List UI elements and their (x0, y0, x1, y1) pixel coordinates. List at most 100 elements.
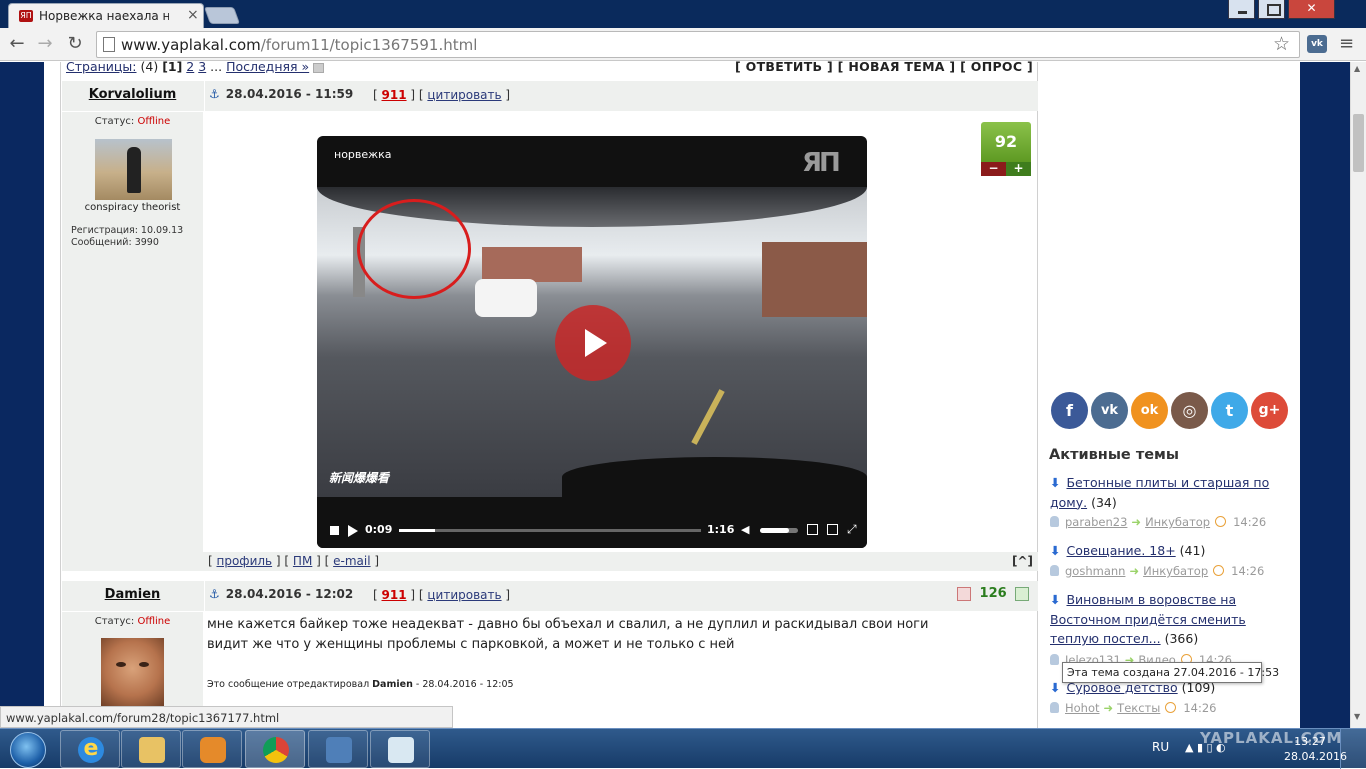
quote-link[interactable]: цитировать (427, 588, 501, 602)
chrome-icon (263, 737, 289, 763)
rating-up-icon[interactable] (1015, 586, 1030, 601)
post-number-link[interactable]: 911 (382, 88, 407, 102)
taskbar-remote-button[interactable] (370, 730, 430, 768)
page-link-2[interactable]: 2 (186, 59, 194, 74)
odnoklassniki-icon[interactable]: ok (1131, 392, 1168, 429)
google-plus-icon[interactable]: g+ (1251, 392, 1288, 429)
pip-icon[interactable] (827, 524, 838, 535)
user-icon (1050, 654, 1059, 665)
subtitles-icon[interactable] (807, 524, 818, 535)
pm-link[interactable]: ПМ (293, 554, 312, 568)
last-page-link[interactable]: Последняя » (226, 59, 309, 74)
taskbar-media-button[interactable] (182, 730, 242, 768)
scroll-down-icon[interactable]: ▼ (1354, 712, 1360, 721)
active-topics-title: Активные темы (1049, 447, 1180, 463)
topic-section[interactable]: Инкубатор (1145, 515, 1210, 529)
back-arrow-icon[interactable]: ← (6, 33, 28, 55)
topic-user[interactable]: paraben23 (1065, 515, 1127, 529)
video-player[interactable]: норвежка ЯП 新闻爆爆看 0:09 1:16 ◀ ⤢ (317, 136, 867, 548)
avatar[interactable] (101, 638, 164, 706)
tab-close-icon[interactable]: × (187, 7, 199, 23)
volume-icon[interactable]: ◀ (741, 523, 749, 536)
duration: 1:16 (707, 523, 735, 536)
bookmark-star-icon[interactable]: ☆ (1273, 33, 1290, 55)
page-scrollbar[interactable]: ▲ ▼ (1350, 62, 1366, 728)
topic-user[interactable]: Hohot (1065, 701, 1100, 715)
new-tab-button[interactable] (203, 7, 241, 24)
avatar[interactable] (95, 139, 172, 200)
taskbar-network-button[interactable] (308, 730, 368, 768)
post-datetime: 28.04.2016 - 12:02 (225, 587, 354, 601)
facebook-icon[interactable]: f (1051, 392, 1088, 429)
fullscreen-icon[interactable]: ⤢ (847, 522, 857, 537)
folder-icon (139, 737, 165, 763)
vk-icon[interactable]: vk (1091, 392, 1128, 429)
rating-plus-button[interactable]: + (1006, 162, 1031, 176)
page-link-3[interactable]: 3 (198, 59, 206, 74)
email-link[interactable]: e-mail (333, 554, 370, 568)
show-desktop-button[interactable] (1340, 729, 1366, 769)
taskbar-chrome-button[interactable] (245, 730, 305, 768)
poll-button[interactable]: [ ОПРОС ] (960, 59, 1033, 74)
forward-arrow-icon[interactable]: → (34, 33, 56, 55)
window-close-button[interactable]: ✕ (1288, 0, 1335, 19)
topic-time: 14:26 (1183, 701, 1217, 715)
rating-value: 126 (979, 586, 1007, 601)
scroll-up-icon[interactable]: ▲ (1354, 64, 1360, 73)
play-icon[interactable] (348, 525, 358, 537)
post-author-link[interactable]: Damien (62, 587, 203, 602)
profile-link[interactable]: профиль (217, 554, 273, 568)
new-topic-button[interactable]: [ НОВАЯ ТЕМА ] (838, 59, 956, 74)
chrome-menu-icon[interactable]: ≡ (1339, 33, 1354, 54)
post-author-link[interactable]: Korvalolium (62, 87, 203, 102)
post-date: ⚓ 28.04.2016 - 12:02 (209, 587, 353, 601)
vk-extension-icon[interactable]: vk (1307, 35, 1327, 53)
pages-label[interactable]: Страницы: (66, 59, 137, 74)
address-bar[interactable]: www.yaplakal.com/forum11/topic1367591.ht… (96, 31, 1300, 58)
window-maximize-button[interactable] (1258, 0, 1285, 19)
topic-section[interactable]: Тексты (1117, 701, 1160, 715)
browser-tab[interactable]: ЯП Норвежка наехала на × (8, 3, 204, 28)
reload-icon[interactable]: ↻ (64, 33, 86, 55)
language-indicator[interactable]: RU (1152, 740, 1169, 754)
arrow-down-icon: ⬇ (1050, 680, 1061, 695)
pages-ellipsis: ... (210, 59, 223, 74)
to-top-link[interactable]: [^] (1012, 554, 1033, 568)
taskbar-explorer-button[interactable] (121, 730, 181, 768)
rating-minus-button[interactable]: − (981, 162, 1006, 176)
anchor-icon[interactable]: ⚓ (209, 87, 220, 101)
topic-link[interactable]: Виновным в воровстве на Восточном придёт… (1050, 592, 1246, 646)
topic-link[interactable]: Бетонные плиты и старшая по дому. (1050, 475, 1269, 510)
stop-icon[interactable] (330, 526, 339, 535)
current-page: [1] (162, 59, 183, 74)
tray-icons[interactable]: ▲ ▮ ▯ ◐ (1185, 741, 1226, 754)
twitter-icon[interactable]: t (1211, 392, 1248, 429)
quote-link[interactable]: цитировать (427, 88, 501, 102)
internet-explorer-icon: e (78, 737, 104, 763)
topic-meta: goshmann ➜ Инкубатор 14:26 (1050, 564, 1300, 578)
window-minimize-button[interactable] (1228, 0, 1255, 19)
topic-user[interactable]: goshmann (1065, 564, 1125, 578)
video-frame[interactable]: 新闻爆爆看 (317, 187, 867, 497)
video-controls: 0:09 1:16 ◀ ⤢ (317, 516, 867, 548)
status-value: Offline (137, 116, 171, 127)
topic-link[interactable]: Совещание. 18+ (1066, 543, 1175, 558)
post-number-link[interactable]: 911 (382, 588, 407, 602)
avatar-eye (139, 662, 149, 667)
volume-slider[interactable] (760, 528, 798, 533)
video-title: норвежка (334, 148, 392, 161)
rating-down-icon[interactable] (957, 586, 971, 601)
volume-level (760, 528, 789, 533)
url-text: www.yaplakal.com/forum11/topic1367591.ht… (121, 36, 477, 54)
reply-button[interactable]: [ ОТВЕТИТЬ ] (735, 59, 833, 74)
instagram-icon[interactable]: ◎ (1171, 392, 1208, 429)
anchor-icon[interactable]: ⚓ (209, 587, 220, 601)
taskbar-ie-button[interactable]: e (60, 730, 120, 768)
jump-page-icon[interactable] (313, 62, 325, 73)
play-button-icon[interactable] (555, 305, 631, 381)
topic-section[interactable]: Инкубатор (1143, 564, 1208, 578)
clock[interactable]: 13:27 28.04.2016 (1284, 734, 1347, 764)
scroll-thumb[interactable] (1353, 114, 1364, 172)
start-button[interactable] (2, 730, 56, 768)
seek-bar[interactable] (399, 529, 701, 532)
